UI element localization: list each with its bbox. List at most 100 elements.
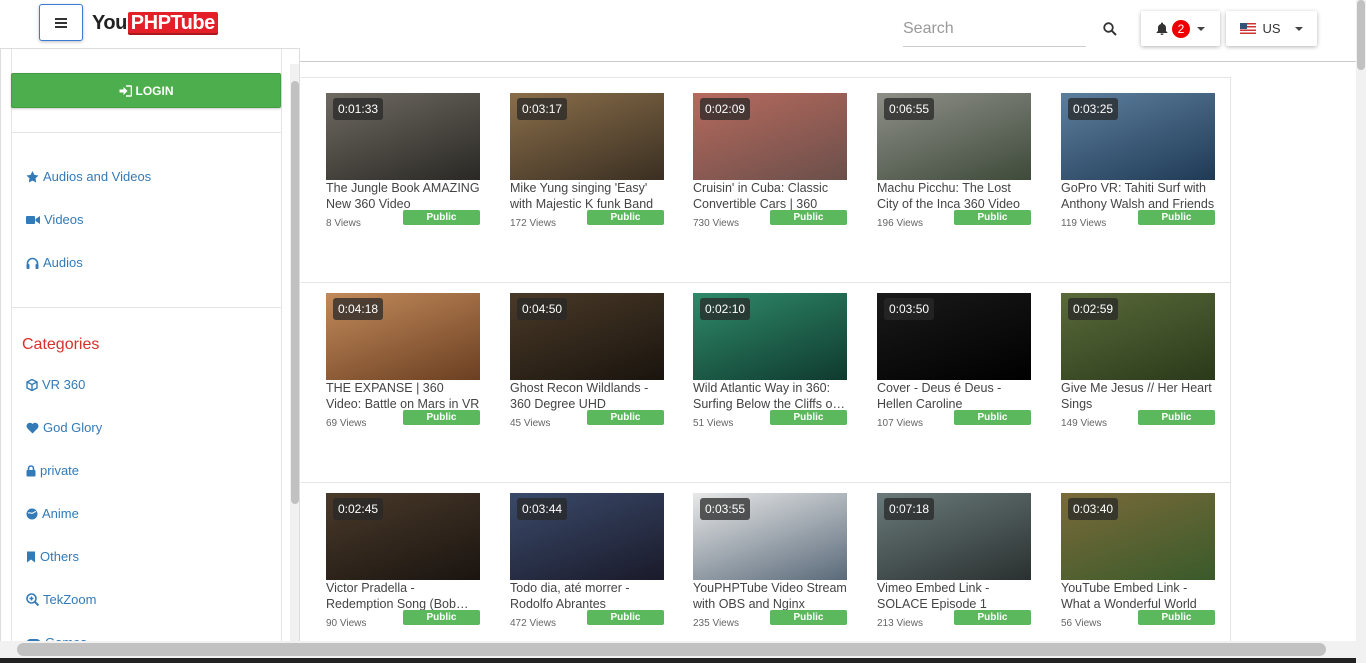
language-label: US [1262, 21, 1281, 36]
video-meta: 172 Views Public [510, 210, 664, 231]
video-meta: 51 Views Public [693, 410, 847, 431]
page-vertical-scrollbar[interactable] [1356, 0, 1366, 663]
search-button[interactable] [1100, 19, 1120, 39]
video-meta: 90 Views Public [326, 610, 480, 631]
video-views: 730 Views [693, 218, 739, 229]
video-title[interactable]: YouTube Embed Link - What a Wonderful Wo… [1061, 580, 1215, 612]
video-title[interactable]: Cover - Deus é Deus - Hellen Caroline [877, 380, 1031, 412]
video-card[interactable]: 0:03:44 Todo dia, até morrer - Rodolfo Ab… [510, 493, 664, 631]
video-thumbnail[interactable]: 0:03:50 [877, 293, 1031, 380]
visibility-badge: Public [1138, 610, 1215, 625]
video-views: 45 Views [510, 418, 551, 429]
horizontal-scrollbar-thumb[interactable] [17, 643, 1326, 656]
sidebar-item-audios-and-videos[interactable]: Audios and Videos [26, 169, 151, 184]
heart-icon [26, 422, 39, 433]
video-title[interactable]: THE EXPANSE | 360 Video: Battle on Mars … [326, 380, 480, 412]
video-duration: 0:03:50 [884, 298, 935, 320]
category-tekzoom[interactable]: TekZoom [26, 592, 96, 607]
video-thumbnail[interactable]: 0:03:17 [510, 93, 664, 180]
page: You PHPTube 2 US LOGIN Audios and [0, 0, 1366, 663]
video-title[interactable]: The Jungle Book AMAZING New 360 Video [326, 180, 480, 212]
video-card[interactable]: 0:03:50 Cover - Deus é Deus - Hellen Caro… [877, 293, 1031, 431]
video-thumbnail[interactable]: 0:03:44 [510, 493, 664, 580]
video-thumbnail[interactable]: 0:01:33 [326, 93, 480, 180]
sidebar-item-audios[interactable]: Audios [26, 255, 83, 270]
video-card[interactable]: 0:01:33 The Jungle Book AMAZING New 360 V… [326, 93, 480, 231]
sidebar-scrollbar[interactable] [290, 64, 299, 662]
page-horizontal-scrollbar[interactable] [0, 641, 1356, 663]
video-card[interactable]: 0:04:18 THE EXPANSE | 360 Video: Battle o… [326, 293, 480, 431]
video-title[interactable]: YouPHPTube Video Stream with OBS and Ngi… [693, 580, 847, 612]
notifications-button[interactable]: 2 [1141, 11, 1220, 46]
video-card[interactable]: 0:02:45 Victor Pradella - Redemption Song… [326, 493, 480, 631]
video-thumbnail[interactable]: 0:02:45 [326, 493, 480, 580]
video-card[interactable]: 0:03:40 YouTube Embed Link - What a Wonde… [1061, 493, 1215, 631]
video-card[interactable]: 0:03:25 GoPro VR: Tahiti Surf with Anthon… [1061, 93, 1215, 231]
video-duration: 0:03:55 [700, 498, 751, 520]
video-meta: 235 Views Public [693, 610, 847, 631]
video-title[interactable]: Victor Pradella - Redemption Song (Bob M… [326, 580, 480, 612]
video-title[interactable]: Ghost Recon Wildlands - 360 Degree UHD [510, 380, 664, 412]
language-selector[interactable]: US [1226, 11, 1317, 46]
video-thumbnail[interactable]: 0:03:55 [693, 493, 847, 580]
login-button[interactable]: LOGIN [11, 73, 281, 108]
video-card[interactable]: 0:04:50 Ghost Recon Wildlands - 360 Degre… [510, 293, 664, 431]
category-god-glory[interactable]: God Glory [26, 420, 102, 435]
category-private[interactable]: private [26, 463, 79, 478]
divider [12, 132, 281, 133]
video-duration: 0:02:10 [700, 298, 751, 320]
video-thumbnail[interactable]: 0:04:50 [510, 293, 664, 380]
video-thumbnail[interactable]: 0:02:10 [693, 293, 847, 380]
sidebar-item-videos[interactable]: Videos [26, 212, 84, 227]
video-card[interactable]: 0:07:18 Vimeo Embed Link - SOLACE Episode… [877, 493, 1031, 631]
video-thumbnail[interactable]: 0:03:40 [1061, 493, 1215, 580]
video-card[interactable]: 0:06:55 Machu Picchu: The Lost City of th… [877, 93, 1031, 231]
visibility-badge: Public [403, 610, 480, 625]
video-thumbnail[interactable]: 0:02:59 [1061, 293, 1215, 380]
video-meta: 56 Views Public [1061, 610, 1215, 631]
video-title[interactable]: Wild Atlantic Way in 360: Surfing Below … [693, 380, 847, 412]
video-duration: 0:03:17 [517, 98, 568, 120]
site-logo[interactable]: You PHPTube [92, 11, 218, 35]
sign-in-icon [119, 84, 132, 97]
video-meta: 107 Views Public [877, 410, 1031, 431]
video-card[interactable]: 0:02:09 Cruisin' in Cuba: Classic Convert… [693, 93, 847, 231]
video-title[interactable]: Cruisin' in Cuba: Classic Convertible Ca… [693, 180, 847, 212]
video-title[interactable]: Machu Picchu: The Lost City of the Inca … [877, 180, 1031, 212]
search-icon [1103, 22, 1117, 36]
video-thumbnail[interactable]: 0:03:25 [1061, 93, 1215, 180]
video-views: 69 Views [326, 418, 367, 429]
sidebar-scrollbar-thumb[interactable] [291, 81, 299, 504]
video-views: 196 Views [877, 218, 923, 229]
visibility-badge: Public [954, 610, 1031, 625]
video-title[interactable]: Todo dia, até morrer - Rodolfo Abrantes [510, 580, 664, 612]
video-thumbnail[interactable]: 0:06:55 [877, 93, 1031, 180]
video-title[interactable]: Give Me Jesus // Her Heart Sings [1061, 380, 1215, 412]
category-vr-360[interactable]: VR 360 [26, 377, 85, 392]
video-views: 235 Views [693, 618, 739, 629]
video-card[interactable]: 0:03:55 YouPHPTube Video Stream with OBS … [693, 493, 847, 631]
category-others[interactable]: Others [26, 549, 79, 564]
video-thumbnail[interactable]: 0:04:18 [326, 293, 480, 380]
video-thumbnail[interactable]: 0:07:18 [877, 493, 1031, 580]
video-duration: 0:02:59 [1068, 298, 1119, 320]
video-thumbnail[interactable]: 0:02:09 [693, 93, 847, 180]
category-anime[interactable]: Anime [26, 506, 79, 521]
visibility-badge: Public [770, 210, 847, 225]
logo-you-text: You [92, 11, 127, 34]
search-input[interactable] [903, 14, 1086, 44]
video-card[interactable]: 0:03:17 Mike Yung singing 'Easy' with Maj… [510, 93, 664, 231]
hamburger-icon [55, 17, 67, 28]
video-card[interactable]: 0:02:59 Give Me Jesus // Her Heart Sings 1… [1061, 293, 1215, 431]
headphones-icon [26, 257, 39, 269]
us-flag-icon [1240, 23, 1257, 34]
video-title[interactable]: Mike Yung singing 'Easy' with Majestic K… [510, 180, 664, 212]
page-vertical-scrollbar-thumb[interactable] [1357, 0, 1365, 70]
video-title[interactable]: Vimeo Embed Link - SOLACE Episode 1 [877, 580, 1031, 612]
sidebar-item-label: Audios and Videos [43, 169, 152, 184]
video-title[interactable]: GoPro VR: Tahiti Surf with Anthony Walsh… [1061, 180, 1215, 212]
video-card[interactable]: 0:02:10 Wild Atlantic Way in 360: Surfing… [693, 293, 847, 431]
video-camera-icon [26, 215, 40, 224]
menu-toggle-button[interactable] [39, 4, 83, 41]
chevron-down-icon [1294, 26, 1303, 31]
